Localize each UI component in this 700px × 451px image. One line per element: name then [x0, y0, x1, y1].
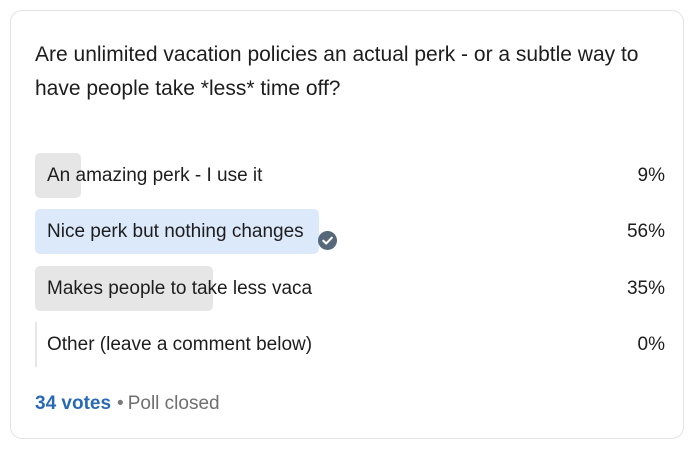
poll-card: Are unlimited vacation policies an actua…	[10, 10, 684, 439]
poll-option-label: Nice perk but nothing changes	[47, 209, 337, 254]
check-circle-icon	[317, 222, 337, 250]
poll-option-percent: 35%	[626, 278, 665, 299]
poll-option-4: Other (leave a comment below) 0%	[35, 322, 665, 367]
poll-status: Poll closed	[127, 393, 220, 414]
poll-option-3: Makes people to take less vaca 35%	[35, 266, 665, 311]
poll-option-label: An amazing perk - I use it	[47, 165, 263, 186]
poll-option-label: Makes people to take less vaca	[47, 278, 313, 299]
footer-separator: •	[117, 393, 124, 414]
poll-option-percent: 9%	[637, 165, 665, 186]
poll-option-2: Nice perk but nothing changes 56%	[35, 209, 665, 254]
poll-footer: 34 votes • Poll closed	[35, 391, 220, 417]
poll-option-label: Other (leave a comment below)	[47, 334, 313, 355]
poll-option-empty-bar	[35, 322, 37, 367]
poll-option-1: An amazing perk - I use it 9%	[35, 153, 665, 198]
poll-option-percent: 56%	[626, 221, 665, 242]
poll-question: Are unlimited vacation policies an actua…	[35, 43, 639, 100]
votes-count-link[interactable]: 34 votes	[35, 393, 111, 414]
poll-option-percent: 0%	[637, 334, 665, 355]
